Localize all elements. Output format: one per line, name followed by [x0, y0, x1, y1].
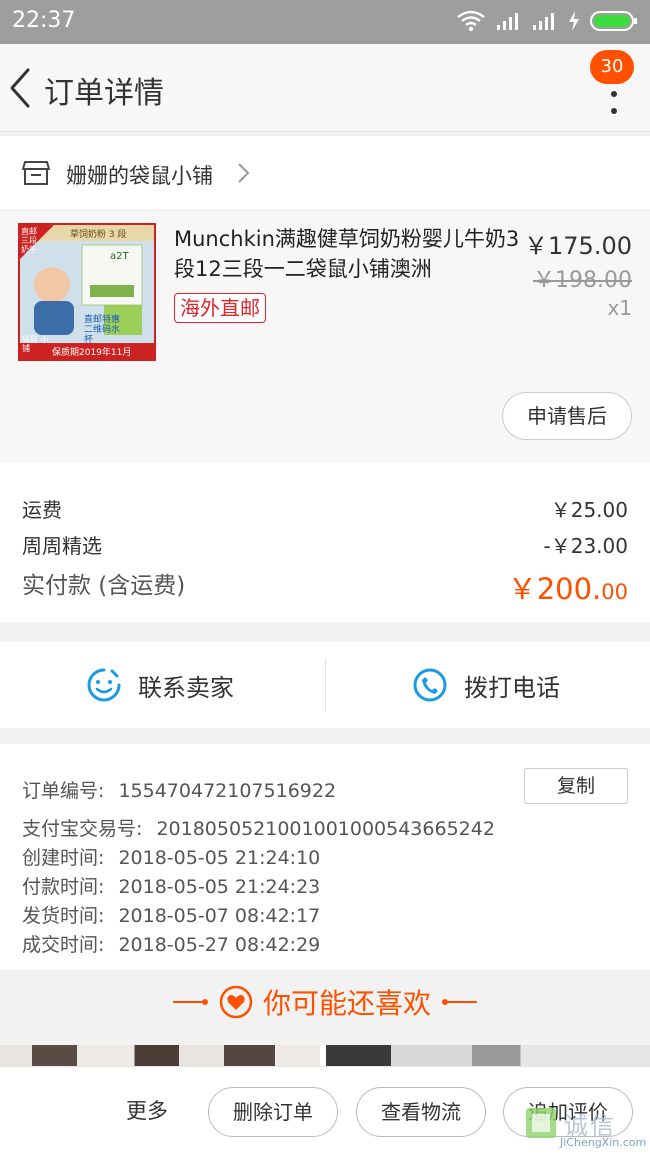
right-dash-icon	[442, 999, 477, 1005]
alipay-value: 2018050521001001000543665242	[156, 818, 495, 840]
created-label: 创建时间:	[22, 847, 105, 869]
discount-label: 周周精选	[22, 534, 102, 558]
recommend-header: 你可能还喜欢	[0, 970, 650, 1034]
charging-icon	[569, 11, 579, 31]
shop-icon	[22, 161, 50, 185]
order-info-section: 订单编号: 1554704721075169​22 复制 支付宝交易号: 201…	[0, 744, 650, 970]
chevron-right-icon	[238, 163, 250, 183]
copy-button[interactable]: 复制	[524, 768, 628, 804]
shipping-value: ￥25.00	[550, 498, 628, 522]
page-title: 订单详情	[44, 76, 164, 111]
total-amount-cents: 00	[601, 580, 628, 604]
signal-icon	[533, 13, 554, 30]
product-image[interactable]: 直邮 三段奶牛 草饲奶粉 3 段 a2T 直邮特惠 二维码水杯 袋鼠 小铺 保质…	[18, 223, 156, 361]
shipped-value: 2018-05-07 08:42:17	[118, 905, 321, 927]
after-sale-button[interactable]: 申请售后	[502, 392, 632, 440]
discount-value: -￥23.00	[543, 534, 628, 558]
shipping-label: 运费	[22, 498, 62, 522]
order-number-row: 订单编号: 1554704721075169​22	[22, 776, 336, 803]
watermark-logo-icon	[526, 1108, 556, 1138]
delete-order-button[interactable]: 删除订单	[208, 1087, 338, 1137]
shop-name: 姗姗的袋鼠小铺	[66, 164, 213, 188]
call-phone-button[interactable]: 拨打电话	[412, 642, 560, 728]
watermark-url: JiChengXin.com	[560, 1136, 647, 1149]
back-arrow-icon	[10, 68, 30, 108]
completed-label: 成交时间:	[22, 934, 105, 956]
status-bar: 22:37	[0, 0, 650, 44]
nav-bar: 订单详情 30	[0, 44, 650, 132]
contact-divider	[325, 658, 326, 712]
product-image-mid-text: 直邮特惠 二维码水杯	[84, 315, 121, 345]
heart-icon	[219, 985, 253, 1019]
call-phone-label: 拨打电话	[464, 673, 560, 702]
total-label: 实付款 (含运费)	[22, 573, 186, 599]
completed-value: 2018-05-27 08:42:29	[118, 934, 321, 956]
recommend-title: 你可能还喜欢	[262, 987, 431, 1020]
product-image-expiry-text: 保质期2019年11月	[52, 348, 132, 358]
product-image-corner-text: 直邮 三段奶牛	[21, 227, 37, 254]
product-image-shop-text: 袋鼠 小铺	[22, 335, 49, 353]
created-row: 创建时间: 2018-05-05 21:24:10	[22, 843, 320, 870]
total-amount: ￥200.00	[508, 566, 628, 608]
shipping-row: 运费 ￥25.00	[22, 494, 628, 523]
paid-label: 付款时间:	[22, 876, 105, 898]
created-value: 2018-05-05 21:24:10	[118, 847, 321, 869]
more-actions-button[interactable]: 更多	[126, 1095, 168, 1125]
product-price: ￥175.00	[524, 232, 632, 260]
fees-section: 运费 ￥25.00 周周精选 -￥23.00 实付款 (含运费) ￥200.00	[0, 462, 650, 622]
paid-value: 2018-05-05 21:24:23	[118, 876, 321, 898]
alipay-label: 支付宝交易号:	[22, 818, 143, 840]
wifi-icon	[457, 10, 485, 32]
contact-seller-label: 联系卖家	[138, 673, 234, 702]
status-icons	[456, 10, 638, 32]
discount-row: 周周精选 -￥23.00	[22, 530, 628, 559]
watermark: 诚信 JiChengXin.com	[524, 1104, 646, 1152]
signal-icon	[497, 13, 518, 30]
product-image-top-text: 草饲奶粉 3 段	[70, 230, 127, 240]
paid-row: 付款时间: 2018-05-05 21:24:23	[22, 872, 320, 899]
product-item[interactable]: 直邮 三段奶牛 草饲奶粉 3 段 a2T 直邮特惠 二维码水杯 袋鼠 小铺 保质…	[0, 212, 650, 460]
total-amount-main: ￥200.	[507, 572, 602, 606]
view-logistics-button[interactable]: 查看物流	[356, 1087, 486, 1137]
completed-row: 成交时间: 2018-05-27 08:42:29	[22, 930, 320, 957]
shipped-label: 发货时间:	[22, 905, 105, 927]
product-quantity: x1	[607, 296, 632, 320]
message-badge[interactable]: 30	[590, 50, 634, 84]
battery-icon	[590, 11, 637, 31]
order-number-value: 1554704721075169​22	[118, 780, 337, 802]
product-title[interactable]: Munchkin满趣健草饲奶粉婴儿牛奶3段12三段一二袋鼠小铺澳洲	[174, 224, 524, 284]
order-number-label: 订单编号:	[22, 780, 105, 802]
contact-seller-button[interactable]: 联系卖家	[86, 642, 234, 728]
product-image-can-label: a2T	[110, 251, 129, 262]
contact-section: 联系卖家 拨打电话	[0, 642, 650, 728]
alipay-row: 支付宝交易号: 2018050521001001000543665242	[22, 814, 495, 841]
back-button[interactable]	[6, 66, 36, 110]
status-time: 22:37	[12, 8, 76, 33]
shop-row[interactable]: 姗姗的袋鼠小铺	[0, 136, 650, 210]
smile-chat-icon	[87, 668, 121, 702]
shipped-row: 发货时间: 2018-05-07 08:42:17	[22, 901, 320, 928]
product-original-price: ￥198.00	[533, 268, 632, 293]
phone-icon	[413, 668, 447, 702]
left-dash-icon	[172, 999, 208, 1005]
total-row: 实付款 (含运费) ￥200.00	[22, 566, 628, 608]
overseas-direct-tag: 海外直邮	[174, 293, 266, 323]
